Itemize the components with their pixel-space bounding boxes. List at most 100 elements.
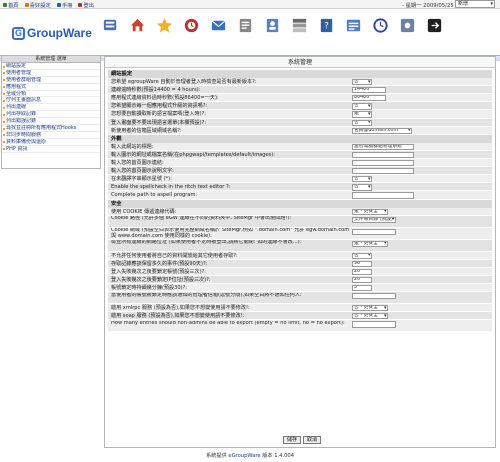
setting-input[interactable] (352, 160, 414, 167)
app-icon-calendar[interactable] (181, 15, 202, 36)
top-link-1[interactable]: 喜好設定 (24, 1, 51, 9)
app-icon-admin[interactable] (100, 15, 121, 36)
sidebar-item-9[interactable]: 尋找並註冊所有應用程式Hooks (2, 125, 100, 132)
quick-add-select[interactable]: 新增 (455, 0, 495, 8)
sidebar-item-0[interactable]: 網站設定 (2, 63, 100, 70)
setting-select[interactable]: 名稱@domain.com (352, 127, 412, 134)
setting-input[interactable]: 當智電腦群組管理系統 (352, 143, 414, 151)
footer-link[interactable]: eGroupWare (228, 453, 260, 459)
setting-row: 登入失敗幾次之後要鎖定帳號(預設三次)?: 20 (108, 267, 492, 276)
sidebar-item-3[interactable]: 應用程式 (2, 84, 100, 91)
setting-input[interactable]: 86400 (352, 95, 386, 102)
setting-input[interactable] (352, 293, 396, 300)
setting-input[interactable]: 5 (352, 285, 372, 292)
sidebar-item-6[interactable]: 列出連線 (2, 104, 100, 112)
setting-input[interactable] (352, 192, 414, 199)
logo-text: GroupWare (27, 26, 92, 40)
setting-row: 您希望 egroupWare 自動於管理者登入時檢查是否有最新版本?: 否 (108, 78, 492, 87)
setting-input[interactable]: 90 (352, 260, 372, 267)
setting-label: Enable the spellcheck in the ritch text … (111, 184, 231, 191)
logo-mark: G (12, 26, 25, 40)
save-button[interactable]: 儲存 (283, 436, 302, 444)
setting-label: 登入畫面要不要出現語言選單(本欄預設)?: (111, 119, 206, 126)
sidebar-item-10[interactable]: 非同步時間服務 (2, 132, 100, 139)
setting-row: 使用 COOKIE 傳遞連線代碼: 是 - 更安全 (108, 207, 492, 216)
sidebar-item-11[interactable]: 資料庫備份與還原 (2, 139, 100, 146)
setting-select[interactable]: 否 (352, 252, 372, 259)
section-header: 安全 (108, 199, 492, 208)
sidebar-title: 系統管理 選單 (2, 56, 100, 63)
setting-input[interactable] (352, 151, 414, 159)
setting-input[interactable] (352, 228, 396, 235)
setting-label: 輸入您的首頁圖示連結: (111, 160, 164, 167)
setting-label: 不允許任何使用者將自己的資料開放給其它使用者存取?: (111, 252, 238, 259)
top-link-label: 首頁 (8, 3, 19, 9)
setting-row: 應用程式連線資料過時秒數(預設86400=一天): 86400 (108, 94, 492, 103)
app-icon-addressbook[interactable] (262, 15, 283, 36)
app-icon-manual[interactable]: ? (316, 15, 337, 36)
sidebar-item-4[interactable]: 全域分類 (2, 91, 100, 98)
setting-select[interactable]: 文件根目錄 (預設) (352, 216, 396, 223)
setting-row: 登入失敗幾次之後要鎖定IP位址(預設三次)?: 20 (108, 275, 492, 285)
setting-label: Complete path to aspell program: (111, 192, 198, 199)
app-icon-preferences[interactable] (397, 15, 418, 36)
app-icon-email[interactable] (208, 15, 229, 36)
app-icon-home[interactable] (127, 15, 148, 36)
setting-label: Cookie 路徑 (允許多個 eGW 連線在不同的資料夾中, SiteMgr … (111, 216, 292, 222)
setting-label: 檢查所有連線的網路位址 (如果使用者不定時被登出,請將它關閉: 如的連線不會改.… (111, 240, 302, 246)
setting-select[interactable]: 否 - 更安全 (352, 313, 388, 320)
app-icon-clock[interactable] (370, 15, 391, 36)
sidebar-item-12[interactable]: PHP 資訊 (2, 146, 100, 153)
app-icon-logout[interactable] (424, 15, 445, 36)
top-bar: 首頁 喜好設定 手冊 登出 - 星期一 2009/05/25 新增 (0, 0, 500, 9)
setting-select[interactable]: 否 (352, 103, 372, 110)
app-icon-sitemgr[interactable] (289, 15, 310, 36)
sidebar-item-2[interactable]: 使用者群組管理 (2, 77, 100, 84)
setting-row: 不允許任何使用者將自己的資料開放給其它使用者存取?: 否 (108, 251, 492, 260)
setting-row: 啟用 xmlrpc 服務 (預設為否),如果您不想變使用請不要修改!: 否 - 更… (108, 304, 492, 313)
setting-label: Cookie 網域 (預設空白表示使用完整網域名稱於 SiteMgr,例如 ".… (111, 228, 350, 239)
settings-form: 網站設定 您希望 egroupWare 自動於管理者登入時檢查是否有最新版本?: 否… (108, 70, 492, 333)
setting-row: 您希望顯示每一個應用程式升級的資訊嗎?: 否 (108, 102, 492, 111)
setting-row: How many entries should non-admins be ab… (108, 320, 492, 333)
setting-input[interactable] (352, 168, 414, 175)
cancel-button[interactable]: 取消 (303, 436, 322, 444)
logout-icon (78, 3, 83, 7)
setting-label: 啟用 xmlrpc 服務 (預設為否),如果您不想變使用請不要修改!: (111, 305, 250, 312)
setting-row: 存取記錄應該保留多久的事件(預設90天)?: 90 (108, 259, 492, 268)
setting-select[interactable]: 否 (352, 79, 372, 86)
sidebar-item-5[interactable]: 佇列主畫面訊息 (2, 97, 100, 105)
setting-select[interactable]: 否 - 更安全 (352, 305, 388, 312)
setting-row: Enable the spellcheck in the ritch text … (108, 183, 492, 192)
setting-input[interactable]: 14400 (352, 87, 386, 94)
top-link-2[interactable]: 手冊 (56, 1, 72, 9)
setting-label: 啟用 soap 服務 (預設為否),如果您不想變使用請不要修改!: (111, 313, 245, 320)
setting-input[interactable]: 20 (352, 268, 372, 276)
top-link-3[interactable]: 登出 (78, 1, 94, 9)
setting-input[interactable]: 20 (352, 276, 372, 284)
setting-input[interactable] (352, 321, 396, 328)
setting-select[interactable]: 否 (352, 119, 372, 126)
setting-select[interactable]: 是 (352, 111, 372, 118)
setting-label: 登入失敗幾次之後要鎖定IP位址(預設三次)?: (111, 276, 211, 283)
setting-label: 輸入圖示的網址或檔案名稱(在phpgwapi/templates/default… (111, 151, 276, 158)
top-link-label: 登出 (83, 3, 95, 9)
setting-label: How many entries should non-admins be ab… (111, 320, 345, 326)
sidebar-item-1[interactable]: 使用者管理 (2, 70, 100, 77)
setting-label: 在未翻譯字串顯示星號 (*): (111, 176, 172, 183)
setting-select[interactable]: 是 - 更安全 (352, 240, 388, 247)
top-link-0[interactable]: 首頁 (3, 1, 19, 9)
setting-row: 輸入圖示的網址或檔案名稱(在phpgwapi/templates/default… (108, 150, 492, 160)
setting-select[interactable]: 否 (352, 184, 372, 191)
app-icon-bookmarks[interactable] (154, 15, 175, 36)
logo[interactable]: G GroupWare (12, 22, 92, 44)
setting-select[interactable]: 否 (352, 176, 372, 183)
app-icon-timesheet[interactable] (343, 15, 364, 36)
manual-icon (56, 3, 61, 7)
setting-row: 連線逾時秒數(預設14400 = 4 hours): 14400 (108, 86, 492, 95)
sidebar-item-7[interactable]: 列出存取記錄 (2, 111, 100, 119)
setting-row: 輸入此網站的標題: 當智電腦群組管理系統 (108, 142, 492, 151)
app-icon-files[interactable] (235, 15, 256, 36)
setting-select[interactable]: 是 - 更安全 (352, 208, 388, 215)
sidebar-item-8[interactable]: 列出錯誤記錄 (2, 118, 100, 126)
